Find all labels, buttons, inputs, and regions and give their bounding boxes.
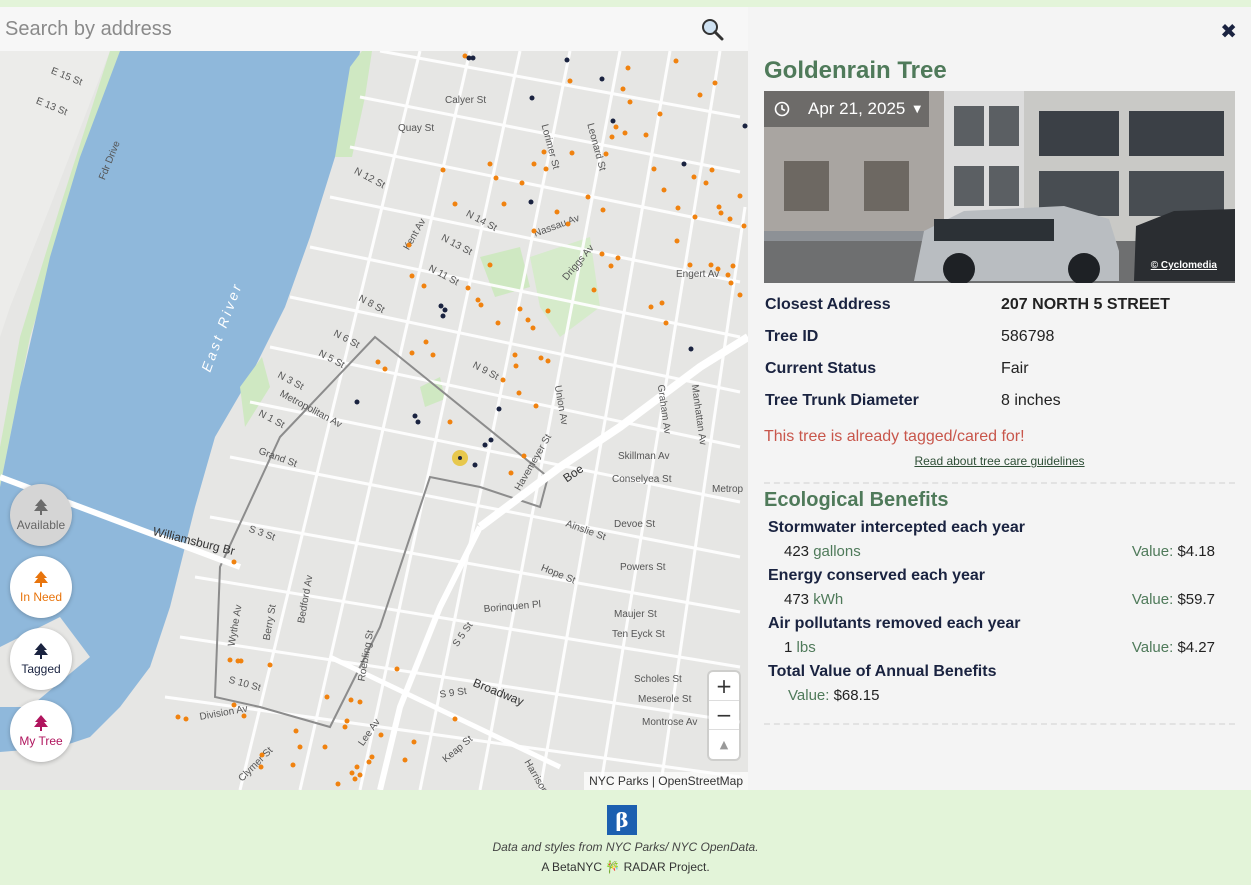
tree-icon: [34, 498, 48, 515]
photo-credit-link[interactable]: © Cyclomedia: [1151, 260, 1217, 271]
total-value: $68.15: [833, 687, 880, 704]
label-conselyea: Conselyea St: [612, 474, 672, 485]
ecological-benefits-title: Ecological Benefits: [764, 489, 949, 511]
search-input[interactable]: [0, 7, 690, 51]
info-row-tree-id: Tree ID 586798: [765, 321, 1235, 353]
photo-date-selector[interactable]: Apr 21, 2025 ▼: [764, 91, 930, 127]
info-row-status: Current Status Fair: [765, 353, 1235, 385]
benefit-amount: 423: [784, 543, 810, 560]
search-icon[interactable]: [690, 7, 734, 51]
info-key: Tree ID: [765, 328, 819, 345]
legend-in-need-button[interactable]: In Need: [10, 556, 72, 618]
section-divider: [764, 723, 1235, 725]
benefit-title: Air pollutants removed each year: [768, 615, 1021, 632]
reset-north-button[interactable]: ▲: [709, 730, 739, 759]
tree-species-title: Goldenrain Tree: [764, 57, 947, 84]
total-value-label: Value:: [788, 687, 830, 704]
label-ten-eyck: Ten Eyck St: [612, 629, 665, 640]
label-meserole: Meserole St: [638, 694, 692, 705]
info-key: Tree Trunk Diameter: [765, 392, 919, 409]
benefit-total: Total Value of Annual Benefits Value: $6…: [768, 663, 1215, 704]
benefit-value: $4.18: [1177, 543, 1215, 560]
info-row-diameter: Tree Trunk Diameter 8 inches: [765, 385, 1235, 417]
legend-available-button[interactable]: Available: [10, 484, 72, 546]
benefit-value: $59.7: [1177, 591, 1215, 608]
section-divider: [764, 482, 1235, 484]
tree-icon: [34, 714, 48, 731]
info-key: Current Status: [765, 360, 877, 377]
benefit-unit: gallons: [813, 543, 861, 560]
info-value: 207 NORTH 5 STREET: [1001, 296, 1170, 313]
legend-tagged-button[interactable]: Tagged: [10, 628, 72, 690]
benefit-value: $4.27: [1177, 639, 1215, 656]
history-icon: [764, 91, 800, 127]
info-value: 8 inches: [1001, 392, 1061, 409]
map-attribution[interactable]: NYC Parks | OpenStreetMap: [584, 772, 748, 790]
label-maujer: Maujer St: [614, 609, 657, 620]
tree-info-table: Closest Address 207 NORTH 5 STREET Tree …: [765, 289, 1235, 417]
tree-care-guidelines-link[interactable]: Read about tree care guidelines: [748, 454, 1251, 468]
info-value: Fair: [1001, 360, 1029, 377]
map[interactable]: East River Fdr Drive Williamsburg Br Bro…: [0, 7, 748, 790]
footer-project-credit: A BetaNYC 🎋 RADAR Project.: [541, 860, 710, 874]
benefit-amount: 1: [784, 639, 793, 656]
label-scholes: Scholes St: [634, 674, 682, 685]
tree-icon: [34, 570, 48, 587]
close-icon[interactable]: ✖: [1220, 19, 1237, 43]
zoom-out-button[interactable]: −: [709, 701, 739, 730]
benefit-energy: Energy conserved each year 473 kWh Value…: [768, 567, 1215, 608]
map-canvas[interactable]: East River Fdr Drive Williamsburg Br Bro…: [0, 7, 748, 790]
info-row-address: Closest Address 207 NORTH 5 STREET: [765, 289, 1235, 321]
label-metrop: Metrop: [712, 484, 744, 495]
footer: β Data and styles from NYC Parks/ NYC Op…: [0, 790, 1251, 885]
footer-data-credit: Data and styles from NYC Parks/ NYC Open…: [492, 840, 759, 854]
label-skillman: Skillman Av: [618, 451, 670, 462]
benefit-air-pollutants: Air pollutants removed each year 1 lbs V…: [768, 615, 1215, 656]
label-devoe: Devoe St: [614, 519, 655, 530]
label-engert: Engert Av: [676, 269, 719, 280]
benefit-value-label: Value:: [1131, 591, 1174, 608]
label-powers: Powers St: [620, 562, 666, 573]
tree-icon: [34, 642, 48, 659]
benefit-value-label: Value:: [1131, 543, 1174, 560]
betanyc-logo[interactable]: β: [607, 805, 637, 835]
benefit-unit: kWh: [813, 591, 844, 608]
caret-down-icon: ▼: [913, 103, 922, 115]
legend-available-label: Available: [16, 517, 66, 532]
legend-my-tree-button[interactable]: My Tree: [10, 700, 72, 762]
legend-tagged-label: Tagged: [21, 661, 61, 676]
label-calyer: Calyer St: [445, 95, 486, 106]
legend-in-need-label: In Need: [19, 589, 63, 604]
label-quay: Quay St: [398, 123, 434, 134]
street-view-photo[interactable]: Apr 21, 2025 ▼ © Cyclomedia: [764, 91, 1235, 283]
photo-date-value: Apr 21, 2025: [808, 99, 906, 118]
zoom-control: + − ▲: [709, 672, 739, 759]
benefit-total-title: Total Value of Annual Benefits: [768, 663, 997, 680]
info-value: 586798: [1001, 328, 1055, 345]
search-bar: [0, 7, 748, 51]
tree-detail-panel: ✖ Goldenrain Tree Apr 21, 2025 ▼ © Cyclo…: [748, 7, 1251, 790]
zoom-in-button[interactable]: +: [709, 672, 739, 701]
benefit-unit: lbs: [796, 639, 816, 656]
info-key: Closest Address: [765, 296, 891, 313]
legend-my-tree-label: My Tree: [19, 733, 63, 748]
benefit-amount: 473: [784, 591, 810, 608]
benefit-stormwater: Stormwater intercepted each year 423 gal…: [768, 519, 1215, 560]
tagged-status-message: This tree is already tagged/cared for!: [764, 428, 1025, 445]
benefit-value-label: Value:: [1131, 639, 1174, 656]
benefit-title: Stormwater intercepted each year: [768, 519, 1025, 536]
benefit-title: Energy conserved each year: [768, 567, 986, 584]
label-montrose: Montrose Av: [642, 717, 697, 728]
